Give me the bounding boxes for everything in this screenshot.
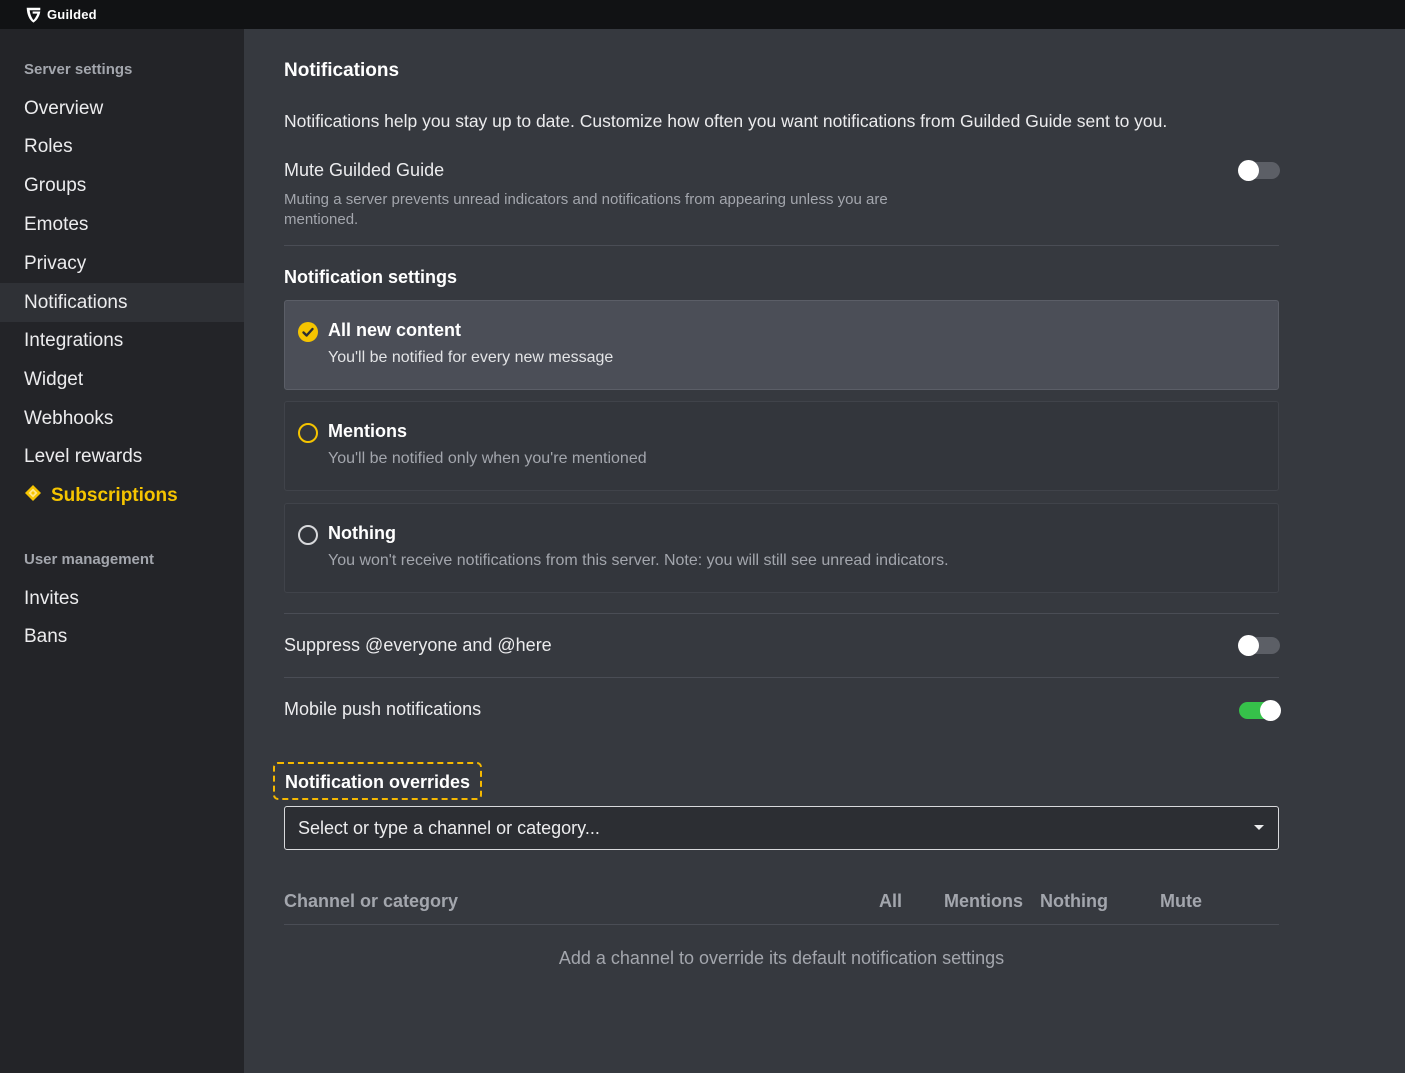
toggle-knob <box>1238 160 1259 181</box>
column-header-mentions: Mentions <box>944 891 1023 911</box>
sidebar-item-invites[interactable]: Invites <box>0 579 244 618</box>
column-header-mute: Mute <box>1160 891 1202 911</box>
sidebar-item-widget[interactable]: Widget <box>0 360 244 399</box>
mobile-push-toggle[interactable] <box>1239 700 1281 721</box>
sidebar-item-label: Privacy <box>24 252 87 274</box>
title-bar: Guilded <box>0 0 1405 29</box>
column-header-channel: Channel or category <box>284 891 459 911</box>
sidebar-item-label: Roles <box>24 135 73 157</box>
sidebar-item-label: Subscriptions <box>51 484 178 506</box>
settings-sidebar: Server settings Overview Roles Groups Em… <box>0 29 244 1073</box>
sidebar-item-label: Level rewards <box>24 445 143 467</box>
overrides-empty-state: Add a channel to override its default no… <box>558 948 1005 968</box>
mute-server-toggle[interactable] <box>1238 160 1280 181</box>
sidebar-item-label: Widget <box>24 368 84 390</box>
column-header-all: All <box>879 891 903 911</box>
sidebar-item-label: Invites <box>24 587 79 609</box>
divider <box>284 924 1279 925</box>
suppress-everyone-label: Suppress @everyone and @here <box>284 635 552 655</box>
sidebar-item-roles[interactable]: Roles <box>0 127 244 166</box>
sidebar-item-integrations[interactable]: Integrations <box>0 321 244 360</box>
sidebar-item-label: Notifications <box>24 291 128 313</box>
sidebar-item-label: Emotes <box>24 213 89 235</box>
mobile-push-label: Mobile push notifications <box>284 699 482 719</box>
sidebar-item-privacy[interactable]: Privacy <box>0 244 244 283</box>
option-title: Nothing <box>328 523 396 543</box>
app-name: Guilded <box>47 7 97 22</box>
radio-icon <box>298 423 318 443</box>
chevron-down-icon[interactable] <box>1254 825 1264 830</box>
sidebar-item-label: Groups <box>24 174 87 196</box>
option-title: All new content <box>328 320 462 340</box>
radio-checked-icon <box>298 322 318 342</box>
radio-icon <box>298 525 318 545</box>
select-placeholder: Select or type a channel or category... <box>298 817 600 838</box>
sidebar-item-webhooks[interactable]: Webhooks <box>0 399 244 438</box>
sidebar-item-label: Overview <box>24 97 104 119</box>
mute-server-label: Mute Guilded Guide <box>284 160 445 180</box>
notification-overrides-title: Notification overrides <box>285 772 471 792</box>
sidebar-item-level-rewards[interactable]: Level rewards <box>0 437 244 476</box>
option-title: Mentions <box>328 421 407 441</box>
sidebar-item-label: Integrations <box>24 329 124 351</box>
sidebar-item-groups[interactable]: Groups <box>0 166 244 205</box>
sidebar-item-label: Webhooks <box>24 407 114 429</box>
option-nothing[interactable]: Nothing You won't receive notifications … <box>284 503 1279 593</box>
column-header-nothing: Nothing <box>1040 891 1108 911</box>
settings-content: Notifications Notifications help you sta… <box>244 29 1405 1073</box>
app-logo[interactable]: Guilded <box>25 6 97 23</box>
sidebar-item-subscriptions[interactable]: Subscriptions <box>0 476 244 515</box>
divider <box>284 613 1279 614</box>
option-mentions[interactable]: Mentions You'll be notified only when yo… <box>284 401 1279 491</box>
sidebar-item-label: Bans <box>24 625 68 647</box>
toggle-knob <box>1238 635 1259 656</box>
option-description: You won't receive notifications from thi… <box>328 552 949 569</box>
guilded-logo-icon <box>26 7 41 23</box>
toggle-knob <box>1260 700 1281 721</box>
notification-overrides-highlight: Notification overrides <box>273 762 483 800</box>
option-description: You'll be notified for every new message <box>328 349 614 366</box>
sidebar-item-bans[interactable]: Bans <box>0 617 244 656</box>
sidebar-section-server-settings: Server settings <box>24 61 133 78</box>
divider <box>284 677 1279 678</box>
mute-server-help: Muting a server prevents unread indicato… <box>284 191 888 228</box>
option-all-new-content[interactable]: All new content You'll be notified for e… <box>284 300 1279 390</box>
divider <box>284 245 1279 246</box>
diamond-icon <box>25 484 41 501</box>
channel-override-select[interactable]: Select or type a channel or category... <box>284 806 1279 850</box>
sidebar-section-user-management: User management <box>24 551 155 568</box>
suppress-everyone-toggle[interactable] <box>1238 635 1280 656</box>
sidebar-item-notifications[interactable]: Notifications <box>0 283 244 322</box>
option-description: You'll be notified only when you're ment… <box>328 450 647 467</box>
notification-settings-title: Notification settings <box>284 267 458 287</box>
page-title: Notifications <box>284 60 400 81</box>
sidebar-item-emotes[interactable]: Emotes <box>0 205 244 244</box>
page-description: Notifications help you stay up to date. … <box>284 111 1168 131</box>
sidebar-item-overview[interactable]: Overview <box>0 89 244 128</box>
